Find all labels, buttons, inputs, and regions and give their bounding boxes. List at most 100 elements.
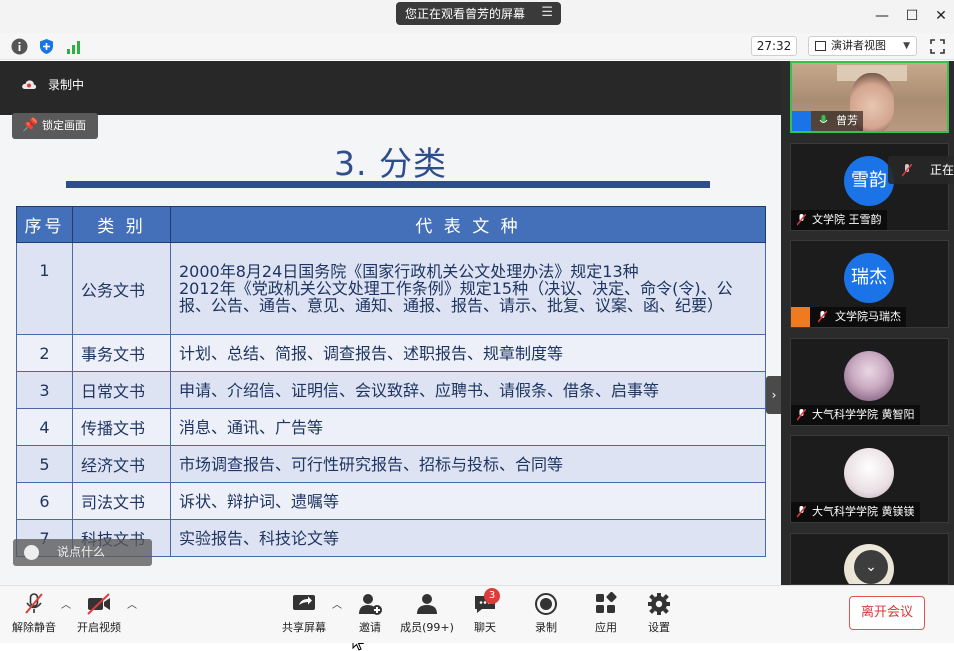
unmute-button[interactable]: 解除静音	[10, 592, 58, 635]
lock-screen-label: 锁定画面	[42, 119, 86, 132]
collapse-gallery-button[interactable]: ›	[766, 376, 782, 414]
chat-badge: 3	[484, 588, 500, 604]
row-category: 公务文书	[72, 242, 171, 335]
chevron-up-icon[interactable]: ︿	[332, 596, 342, 611]
chevron-down-icon[interactable]: ⌄	[854, 550, 888, 584]
apps-icon	[596, 592, 617, 613]
participant-avatar: 雪韵	[844, 156, 894, 206]
participant-name: 文学院 王雪韵	[812, 213, 882, 226]
participant-avatar	[844, 351, 894, 401]
participant-name: 曾芳	[836, 114, 858, 127]
user-icon	[791, 307, 810, 327]
close-icon[interactable]: ✕	[931, 6, 951, 26]
row-representative: 诉状、辩护词、遗嘱等	[170, 482, 766, 520]
settings-button[interactable]: 设置	[645, 592, 673, 635]
row-no: 5	[16, 445, 73, 483]
view-mode-dropdown[interactable]: 演讲者视图 ▼	[808, 36, 917, 56]
row-no: 6	[16, 482, 73, 520]
share-screen-icon	[293, 595, 315, 610]
row-category: 经济文书	[72, 445, 171, 483]
viewing-screen-label: 您正在观看曾芳的屏幕	[405, 7, 526, 21]
record-icon	[535, 593, 557, 615]
table-row: 4 传播文书 消息、通讯、广告等	[16, 408, 766, 446]
participant-name: 文学院马瑞杰	[835, 310, 901, 323]
signal-icon[interactable]	[66, 38, 83, 55]
participant-namebar: 大气科学学院 黄智阳	[791, 405, 920, 425]
chevron-up-icon[interactable]: ︿	[61, 596, 71, 611]
title-underline	[66, 181, 710, 188]
participant-namebar: 文学院马瑞杰	[791, 307, 906, 327]
speaker-view-icon	[815, 41, 826, 51]
info-icon[interactable]	[11, 38, 28, 55]
participant-namebar: 大气科学学院 黄镁镁	[791, 502, 920, 522]
participant-tile[interactable]: 瑞杰 文学院马瑞杰	[790, 240, 949, 328]
share-screen-label: 共享屏幕	[282, 621, 326, 634]
mic-muted-icon	[797, 409, 806, 421]
participant-namebar: 曾芳	[792, 111, 863, 131]
presentation-slide: 3. 分类 序号 类 别 代 表 文 种 1 公务文书 2000年8月24日国务…	[0, 115, 781, 651]
mic-on-icon	[819, 115, 828, 123]
comment-input-pill[interactable]: 说点什么	[13, 539, 152, 566]
menu-icon[interactable]: ☰	[541, 5, 553, 20]
mic-muted-icon	[818, 311, 827, 323]
start-video-label: 开启视频	[77, 621, 121, 634]
participant-tile[interactable]: 大气科学学院 黄智阳	[790, 338, 949, 426]
add-user-icon	[359, 594, 382, 615]
chat-button[interactable]: 3 聊天	[470, 588, 500, 635]
table-row: 2 事务文书 计划、总结、简报、调查报告、述职报告、规章制度等	[16, 334, 766, 372]
row-no: 3	[16, 371, 73, 409]
share-screen-button[interactable]: 共享屏幕	[280, 592, 328, 635]
participant-avatar: 瑞杰	[844, 253, 894, 303]
table-row: 6 司法文书 诉状、辩护词、遗嘱等	[16, 482, 766, 520]
mic-muted-icon	[25, 593, 43, 614]
user-icon	[792, 111, 811, 131]
chevron-up-icon[interactable]: ︿	[127, 596, 137, 611]
record-button[interactable]: 录制	[532, 592, 560, 635]
meeting-controls: 解除静音 ︿ 开启视频 ︿ 共享屏幕 ︿ 邀请 成员(99+) 3 聊天 录制 …	[0, 585, 954, 643]
row-representative: 2000年8月24日国务院《国家行政机关公文处理办法》规定13种 2012年《党…	[170, 242, 766, 335]
chevron-right-icon: ›	[771, 388, 777, 402]
mic-muted-icon	[797, 506, 806, 518]
maximize-icon[interactable]: ☐	[902, 6, 922, 26]
settings-label: 设置	[648, 621, 670, 634]
participant-tile[interactable]: 曾芳	[790, 61, 949, 133]
record-label: 录制	[535, 621, 557, 634]
header-category: 类 别	[72, 206, 171, 243]
members-label: 成员(99+)	[400, 621, 454, 634]
emoji-icon[interactable]	[24, 545, 39, 560]
participant-gallery: 曾芳 雪韵 文学院 王雪韵 瑞杰 文学院马瑞杰 大气科学学院 黄智阳 大气科学学…	[781, 61, 954, 585]
row-representative: 计划、总结、简报、调查报告、述职报告、规章制度等	[170, 334, 766, 372]
participant-tile[interactable]: 大气科学学院 黄镁镁	[790, 435, 949, 523]
chat-label: 聊天	[474, 621, 496, 634]
header-no: 序号	[16, 206, 73, 243]
row-no: 4	[16, 408, 73, 446]
row-no: 1	[16, 242, 73, 335]
lock-screen-button[interactable]: 📌 锁定画面	[12, 113, 98, 139]
table-row: 5 经济文书 市场调查报告、可行性研究报告、招标与投标、合同等	[16, 445, 766, 483]
view-mode-label: 演讲者视图	[831, 39, 886, 52]
members-button[interactable]: 成员(99+)	[399, 592, 455, 635]
camera-off-icon	[87, 593, 110, 615]
window-titlebar: 您正在观看曾芳的屏幕 ☰ — ☐ ✕	[0, 0, 954, 33]
rep-line: 2000年8月24日国务院《国家行政机关公文处理办法》规定13种	[179, 262, 639, 281]
participant-name: 大气科学学院 黄智阳	[812, 408, 915, 421]
shield-icon[interactable]	[38, 38, 55, 55]
unmute-label: 解除静音	[12, 621, 56, 634]
slide-title: 3. 分类	[334, 144, 447, 183]
row-representative: 实验报告、科技论文等	[170, 519, 766, 557]
comment-placeholder: 说点什么	[57, 545, 106, 559]
fullscreen-icon[interactable]	[929, 38, 946, 55]
participant-namebar: 文学院 王雪韵	[791, 210, 887, 230]
invite-button[interactable]: 邀请	[352, 592, 388, 635]
category-table: 序号 类 别 代 表 文 种 1 公务文书 2000年8月24日国务院《国家行政…	[16, 206, 766, 557]
start-video-button[interactable]: 开启视频	[75, 592, 123, 635]
speaking-label: 正在	[930, 163, 954, 177]
table-header-row: 序号 类 别 代 表 文 种	[16, 206, 766, 243]
gear-icon	[648, 593, 670, 615]
leave-meeting-button[interactable]: 离开会议	[849, 596, 925, 630]
viewing-screen-indicator[interactable]: 您正在观看曾芳的屏幕 ☰	[396, 2, 561, 25]
row-representative: 消息、通讯、广告等	[170, 408, 766, 446]
apps-button[interactable]: 应用	[592, 592, 620, 635]
minimize-icon[interactable]: —	[872, 6, 892, 26]
mic-muted-icon	[797, 214, 806, 226]
